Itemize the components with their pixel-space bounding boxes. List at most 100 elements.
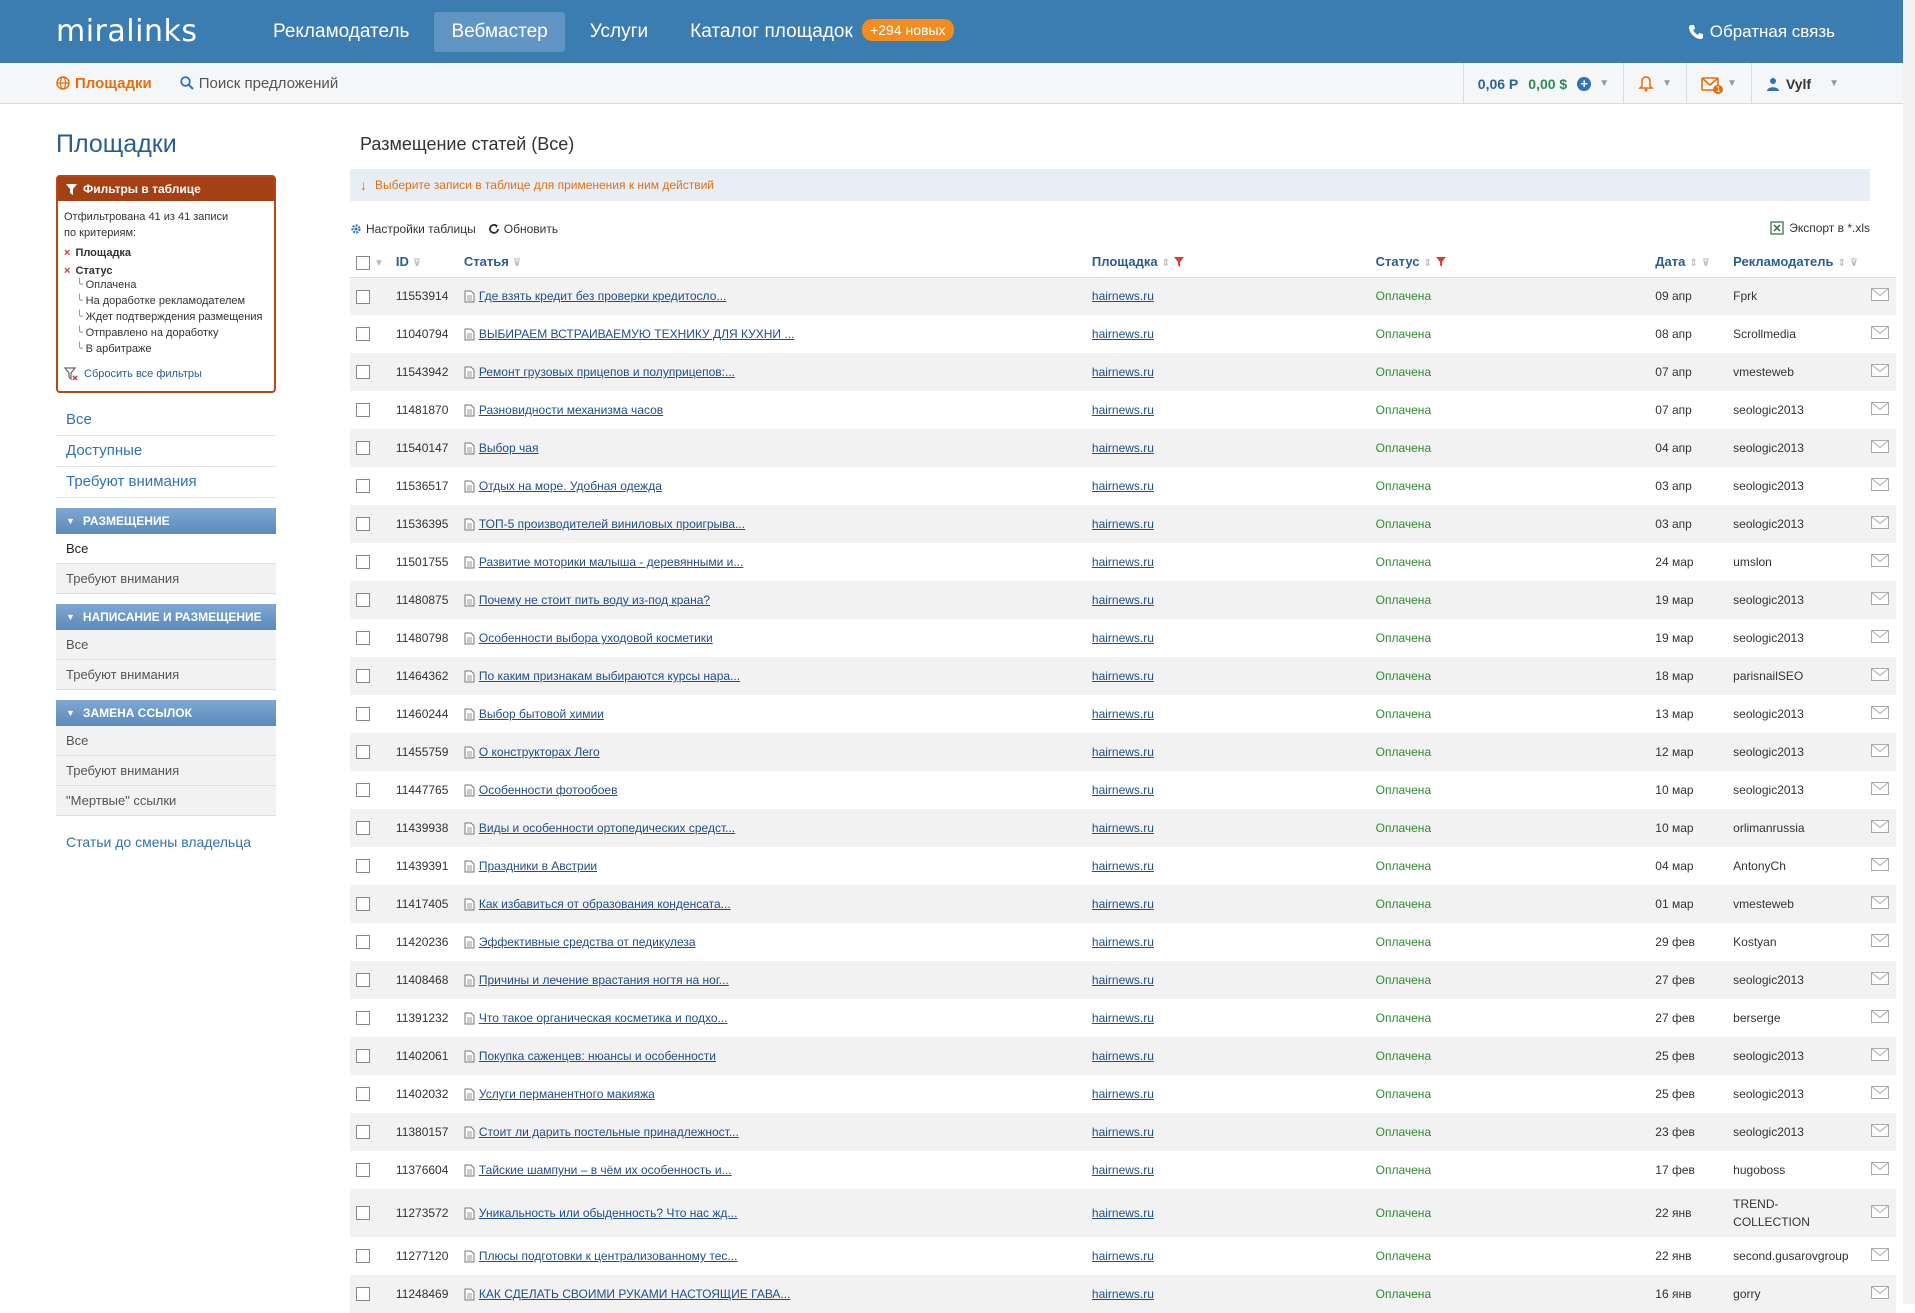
balance-widget[interactable]: 0,06 Р 0,00 $ + ▼ [1462, 63, 1623, 104]
table-row[interactable]: 11501755 Развитие моторики малыша - дерев… [350, 543, 1896, 581]
table-row[interactable]: 11248469 КАК СДЕЛАТЬ СВОИМИ РУКАМИ НАСТОЯ… [350, 1275, 1896, 1313]
message-envelope-icon[interactable] [1870, 516, 1889, 529]
message-envelope-icon[interactable] [1870, 592, 1889, 605]
row-checkbox[interactable] [356, 897, 370, 912]
row-checkbox[interactable] [356, 365, 370, 380]
message-envelope-icon[interactable] [1870, 478, 1889, 491]
feedback-link[interactable]: Обратная связь [1688, 0, 1835, 63]
message-envelope-icon[interactable] [1870, 972, 1889, 985]
message-envelope-icon[interactable] [1870, 1205, 1889, 1218]
article-link[interactable]: Где взять кредит без проверки кредитосло… [479, 289, 727, 303]
table-row[interactable]: 11391232 Что такое органическая косметика… [350, 999, 1896, 1037]
message-envelope-icon[interactable] [1870, 782, 1889, 795]
table-row[interactable]: 11481870 Разновидности механизма часов hai… [350, 391, 1896, 429]
table-settings-button[interactable]: Настройки таблицы [350, 222, 476, 236]
col-site[interactable]: Площадка ⇕ [1085, 247, 1370, 278]
message-envelope-icon[interactable] [1870, 744, 1889, 757]
table-row[interactable]: 11439391 Праздники в Австрии hairnews.ru Оп… [350, 847, 1896, 885]
reset-filters-link[interactable]: Сбросить все фильтры [64, 367, 268, 381]
article-link[interactable]: Тайские шампуни – в чём их особенность и… [479, 1163, 732, 1177]
table-row[interactable]: 11417405 Как избавиться от образования ко… [350, 885, 1896, 923]
row-checkbox[interactable] [356, 669, 370, 684]
article-link[interactable]: Услуги перманентного макияжа [479, 1087, 655, 1101]
site-link[interactable]: hairnews.ru [1092, 973, 1154, 987]
row-checkbox[interactable] [356, 745, 370, 760]
col-advertiser[interactable]: Рекламодатель ⇕ ⊽ [1727, 247, 1864, 278]
articles-before-owner-change-link[interactable]: Статьи до смены владельца [56, 816, 320, 868]
message-envelope-icon[interactable] [1870, 326, 1889, 339]
article-link[interactable]: Эффективные средства от педикулеза [479, 935, 696, 949]
sort-icon[interactable]: ⇕ [1423, 258, 1431, 269]
article-link[interactable]: ТОП-5 производителей виниловых проигрыва… [479, 517, 745, 531]
message-envelope-icon[interactable] [1870, 858, 1889, 871]
col-article[interactable]: Статья ⊽ [457, 247, 1086, 278]
article-link[interactable]: Развитие моторики малыша - деревянными и… [479, 555, 743, 569]
row-checkbox[interactable] [356, 441, 370, 456]
article-link[interactable]: Особенности выбора уходовой косметики [479, 631, 713, 645]
table-row[interactable]: 11402032 Услуги перманентного макияжа hair… [350, 1075, 1896, 1113]
sidebar-link-attention[interactable]: Требуют внимания [56, 467, 276, 498]
message-envelope-icon[interactable] [1870, 402, 1889, 415]
message-envelope-icon[interactable] [1870, 1086, 1889, 1099]
article-link[interactable]: Выбор чая [479, 441, 539, 455]
active-filter-icon[interactable] [1174, 257, 1184, 268]
site-link[interactable]: hairnews.ru [1092, 1287, 1154, 1301]
site-link[interactable]: hairnews.ru [1092, 897, 1154, 911]
row-checkbox[interactable] [356, 631, 370, 646]
table-row[interactable]: 11273572 Уникальность или обыденность? Чт… [350, 1189, 1896, 1237]
article-link[interactable]: Причины и лечение врастания ногтя на ног… [479, 973, 729, 987]
remove-criterion-icon[interactable]: × [64, 265, 70, 277]
add-funds-icon[interactable]: + [1577, 76, 1592, 91]
article-link[interactable]: КАК СДЕЛАТЬ СВОИМИ РУКАМИ НАСТОЯЩИЕ ГАВА… [479, 1287, 791, 1301]
column-filter-icon[interactable]: ⊽ [413, 258, 421, 269]
nav-services[interactable]: Услуги [573, 12, 665, 52]
user-menu[interactable]: Vylf ▼ [1750, 63, 1853, 104]
site-link[interactable]: hairnews.ru [1092, 859, 1154, 873]
row-checkbox[interactable] [356, 1125, 370, 1140]
table-row[interactable]: 11480875 Почему не стоит пить воду из-под… [350, 581, 1896, 619]
message-envelope-icon[interactable] [1870, 554, 1889, 567]
row-checkbox[interactable] [356, 1087, 370, 1102]
article-link[interactable]: По каким признакам выбираются курсы нара… [479, 669, 740, 683]
row-checkbox[interactable] [356, 289, 370, 304]
site-link[interactable]: hairnews.ru [1092, 669, 1154, 683]
table-row[interactable]: 11439938 Виды и особенности ортопедически… [350, 809, 1896, 847]
message-envelope-icon[interactable] [1870, 440, 1889, 453]
table-row[interactable]: 11553914 Где взять кредит без проверки кр… [350, 277, 1896, 315]
group-placement-all[interactable]: Все [56, 534, 276, 564]
message-envelope-icon[interactable] [1870, 1286, 1889, 1299]
group-links-attention[interactable]: Требуют внимания [56, 756, 276, 786]
row-checkbox[interactable] [356, 783, 370, 798]
message-envelope-icon[interactable] [1870, 1048, 1889, 1061]
sort-icon[interactable]: ⇕ [1162, 258, 1170, 269]
logo[interactable]: miralinks [56, 14, 256, 49]
row-checkbox[interactable] [356, 517, 370, 532]
message-envelope-icon[interactable] [1870, 1248, 1889, 1261]
site-link[interactable]: hairnews.ru [1092, 707, 1154, 721]
article-link[interactable]: Уникальность или обыденность? Что нас жд… [479, 1206, 738, 1220]
row-checkbox[interactable] [356, 327, 370, 342]
group-placement-header[interactable]: ▼ Размещение [56, 508, 276, 534]
row-checkbox[interactable] [356, 1163, 370, 1178]
row-checkbox[interactable] [356, 1206, 370, 1221]
row-checkbox[interactable] [356, 593, 370, 608]
message-envelope-icon[interactable] [1870, 288, 1889, 302]
col-date[interactable]: Дата ⇕ ⊽ [1649, 247, 1728, 278]
row-checkbox[interactable] [356, 403, 370, 418]
message-envelope-icon[interactable] [1870, 1162, 1889, 1175]
group-links-dead[interactable]: "Мертвые" ссылки [56, 786, 276, 816]
col-status[interactable]: Статус ⇕ [1369, 247, 1650, 278]
table-row[interactable]: 11408468 Причины и лечение врастания ногт… [350, 961, 1896, 999]
article-link[interactable]: Стоит ли дарить постельные принадлежност… [479, 1125, 739, 1139]
table-row[interactable]: 11277120 Плюсы подготовки к централизован… [350, 1237, 1896, 1275]
row-checkbox[interactable] [356, 859, 370, 874]
notifications-button[interactable]: ▼ [1623, 63, 1686, 104]
export-xls-button[interactable]: Экспорт в *.xls [1770, 221, 1870, 235]
site-link[interactable]: hairnews.ru [1092, 403, 1154, 417]
row-checkbox[interactable] [356, 1287, 370, 1302]
site-link[interactable]: hairnews.ru [1092, 289, 1154, 303]
select-all-checkbox[interactable] [356, 255, 370, 270]
table-row[interactable]: 11455759 О конструкторах Лего hairnews.ru О… [350, 733, 1896, 771]
site-link[interactable]: hairnews.ru [1092, 1011, 1154, 1025]
group-writing-attention[interactable]: Требуют внимания [56, 660, 276, 690]
